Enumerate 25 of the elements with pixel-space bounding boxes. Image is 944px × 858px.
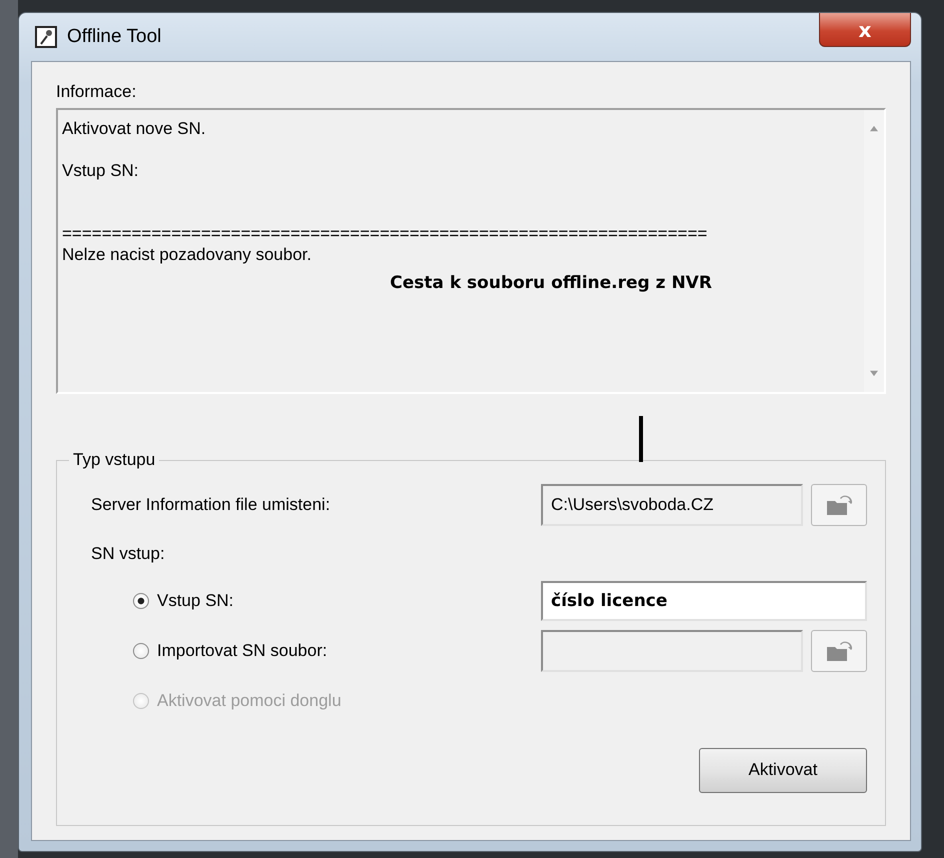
browse-button[interactable]	[811, 484, 867, 526]
option-label: Importovat SN soubor:	[157, 641, 328, 661]
radio-button[interactable]	[133, 593, 149, 609]
path-field[interactable]: C:\Users\svoboda.CZ	[541, 484, 803, 526]
file-field[interactable]	[541, 630, 803, 672]
info-line: Nelze nacist pozadovany soubor.	[62, 244, 312, 265]
info-line: Aktivovat nove SN.	[62, 118, 207, 139]
key-icon	[35, 26, 57, 48]
folder-icon	[826, 640, 852, 662]
folder-icon	[826, 494, 852, 516]
activate-button[interactable]: Aktivovat	[699, 748, 867, 792]
annotation-text: Cesta k souboru offline.reg z NVR	[390, 273, 712, 293]
group-title: Typ vstupu	[72, 450, 156, 470]
browse-button[interactable]	[811, 630, 867, 672]
info-line: =================================================================	[62, 223, 708, 244]
info-line: Vstup SN:	[62, 160, 140, 181]
field-label: Server Information file umisteni:	[91, 495, 330, 515]
close-button[interactable]: x	[819, 13, 911, 47]
option-label: Vstup SN:	[157, 591, 234, 611]
section-label: SN vstup:	[91, 544, 165, 564]
radio-button[interactable]	[133, 643, 149, 659]
serial-field[interactable]: číslo licence	[541, 581, 867, 621]
option-label: Aktivovat pomoci donglu	[157, 691, 342, 711]
window-title: Offline Tool	[67, 26, 162, 48]
info-label: Informace:	[56, 82, 138, 102]
